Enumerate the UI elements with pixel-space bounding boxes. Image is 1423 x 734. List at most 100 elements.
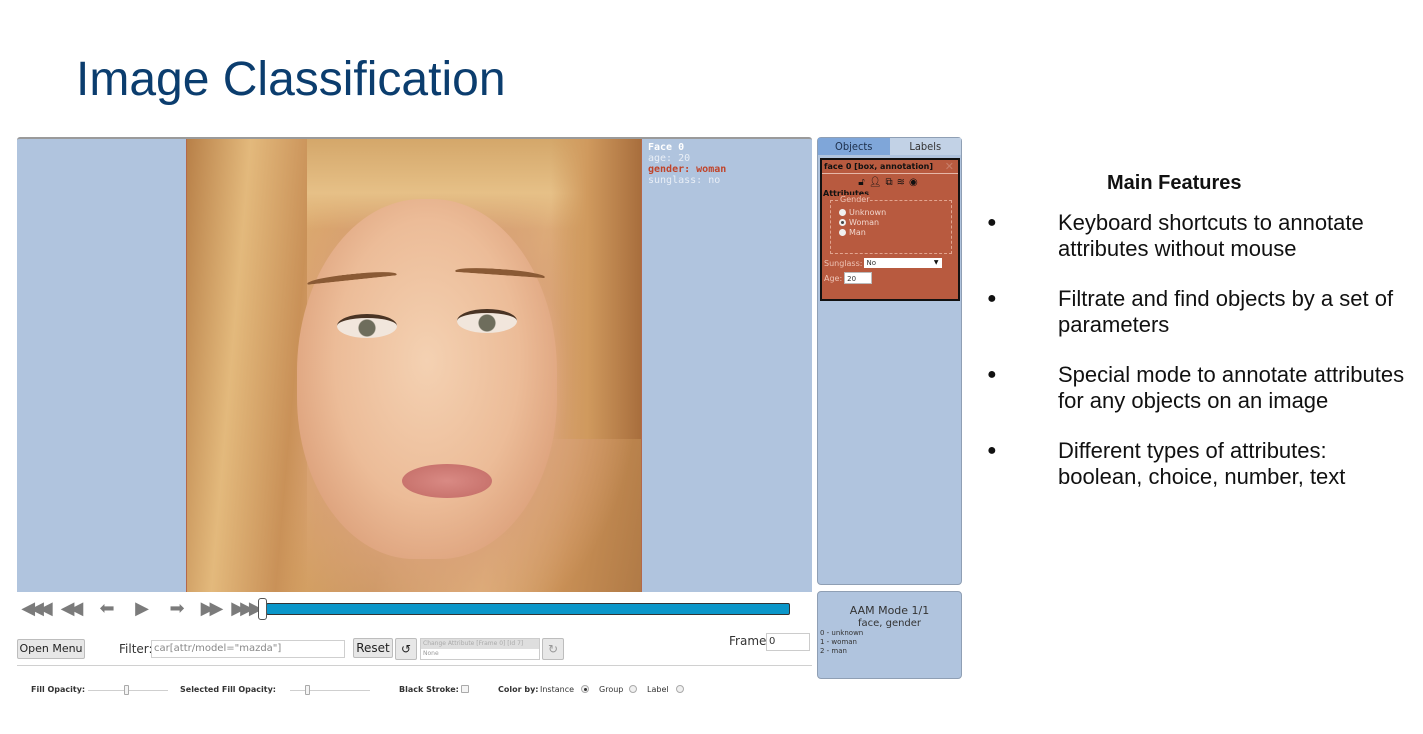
feature-item: ● Special mode to annotate attributes for… [984, 362, 1414, 414]
age-row: Age: 20 [822, 272, 958, 284]
aam-panel: AAM Mode 1/1 face, gender 0 - unknown 1 … [817, 591, 962, 679]
filter-label: Filter: [119, 642, 153, 656]
feature-text: Filtrate and find objects by a set of pa… [1058, 286, 1394, 337]
bullet-icon: ● [987, 366, 997, 383]
radio-woman[interactable] [839, 218, 846, 226]
slide-title: Image Classification [76, 53, 506, 106]
history-last-action: Change Attribute [Frame 0] [Id 7] [421, 639, 539, 649]
aam-title: AAM Mode 1/1 [849, 604, 930, 617]
sunglass-select[interactable]: No ▼ [864, 258, 943, 268]
radio-man[interactable] [839, 228, 846, 236]
feature-item: ● Keyboard shortcuts to annotate attribut… [984, 210, 1414, 262]
radio-label-unknown: Unknown [849, 207, 887, 217]
sunglass-label: Sunglass: [824, 258, 863, 268]
lock-icon[interactable]: 🔓︎ [858, 177, 868, 188]
color-by-label-label: Label [647, 685, 669, 694]
feature-text: Special mode to annotate attributes for … [1058, 362, 1405, 413]
frame-input[interactable]: 0 [766, 633, 810, 651]
photo-lips [402, 464, 492, 498]
features-title: Main Features [1107, 172, 1242, 194]
photo-eye-left [337, 314, 397, 338]
tab-labels[interactable]: Labels [889, 138, 961, 155]
aam-key-0: 0 - unknown [820, 629, 864, 637]
photo-eye-right [457, 309, 517, 333]
feature-text: Keyboard shortcuts to annotate attribute… [1058, 210, 1364, 261]
color-by-group-radio[interactable] [629, 685, 637, 693]
close-icon[interactable]: ✕ [945, 160, 954, 173]
object-label-gender: gender: woman [648, 164, 727, 175]
feature-item: ● Different types of attributes: boolean,… [984, 438, 1414, 490]
feature-text: Different types of attributes: boolean, … [1058, 438, 1346, 489]
layers-icon[interactable]: ≋ [897, 177, 909, 188]
first-frame-icon[interactable]: ◀◀◀ [17, 599, 53, 619]
object-card-header: face 0 [box, annotation] ✕ [822, 160, 958, 174]
black-stroke-checkbox[interactable] [461, 685, 469, 693]
bullet-icon: ● [987, 290, 997, 307]
target-icon[interactable]: ◉ [909, 177, 922, 188]
gender-option-woman[interactable]: Woman [831, 217, 951, 227]
color-by-group-label: Group [599, 685, 624, 694]
sunglass-row: Sunglass: No ▼ [822, 257, 958, 269]
reset-filter-button[interactable]: Reset [353, 638, 393, 658]
selected-fill-opacity-handle[interactable] [305, 685, 310, 695]
radio-label-woman: Woman [849, 217, 880, 227]
features-list: ● Keyboard shortcuts to annotate attribut… [984, 210, 1414, 514]
bullet-icon: ● [987, 214, 997, 231]
color-by-instance-radio[interactable] [581, 685, 589, 693]
frame-slider-handle[interactable] [258, 598, 267, 620]
feature-item: ● Filtrate and find objects by a set of p… [984, 286, 1414, 338]
history-next-action: None [423, 650, 439, 657]
object-card-title: face 0 [box, annotation] [824, 162, 933, 171]
gender-option-man[interactable]: Man [831, 227, 951, 237]
black-stroke-label: Black Stroke: [399, 685, 459, 694]
aam-subtitle: face, gender [857, 618, 922, 629]
prev-frame-icon[interactable]: ⬅ [87, 599, 122, 619]
aam-key-2: 2 - man [820, 647, 847, 655]
aam-key-1: 1 - woman [820, 638, 857, 646]
last-frame-icon[interactable]: ▶▶▶ [227, 599, 263, 619]
player-controls: ◀◀◀ ◀◀ ⬅ ▶ ➡ ▶▶ ▶▶▶ [17, 598, 263, 620]
photo-hair-right [551, 139, 641, 439]
open-menu-button[interactable]: Open Menu [17, 639, 85, 659]
selected-fill-opacity-label: Selected Fill Opacity: [180, 685, 276, 694]
gender-legend: Gender [839, 195, 871, 204]
undo-icon[interactable]: ↺ [395, 638, 417, 660]
copy-icon[interactable]: ⧉ [885, 177, 896, 188]
filter-input[interactable]: car[attr/model="mazda"] [151, 640, 345, 658]
frame-slider-track[interactable] [266, 603, 790, 615]
object-label-sunglass: sunglass: no [648, 175, 721, 186]
play-icon[interactable]: ▶ [122, 599, 157, 619]
color-by-label: Color by: [498, 685, 539, 694]
history-select[interactable]: Change Attribute [Frame 0] [Id 7] None [420, 638, 540, 660]
toolbar-divider [17, 665, 812, 666]
object-card-actions: 🔓︎👤︎⧉≋◉ [822, 177, 958, 188]
age-input[interactable]: 20 [844, 272, 873, 284]
gender-option-unknown[interactable]: Unknown [831, 207, 951, 217]
photo-hair-left [187, 139, 307, 592]
object-card[interactable]: face 0 [box, annotation] ✕ 🔓︎👤︎⧉≋◉ Attri… [820, 158, 960, 301]
sunglass-value: No [866, 259, 876, 267]
redo-icon[interactable]: ↻ [542, 638, 564, 660]
color-by-instance-label: Instance [540, 685, 575, 694]
object-label-title: Face 0 [648, 142, 685, 153]
prev-step-icon[interactable]: ◀◀ [52, 599, 87, 619]
age-label: Age: [824, 273, 843, 283]
next-frame-icon[interactable]: ➡ [157, 599, 192, 619]
selected-fill-opacity-slider[interactable] [290, 690, 370, 691]
next-step-icon[interactable]: ▶▶ [192, 599, 227, 619]
person-icon[interactable]: 👤︎ [869, 177, 886, 188]
radio-label-man: Man [849, 227, 866, 237]
frame-label: Frame [729, 634, 767, 648]
bullet-icon: ● [987, 442, 997, 459]
fill-opacity-handle[interactable] [124, 685, 129, 695]
radio-unknown[interactable] [839, 208, 846, 216]
objects-side-panel: Objects Labels face 0 [box, annotation] … [817, 137, 962, 585]
object-label-age: age: 20 [648, 153, 691, 164]
object-text-label: Face 0 age: 20 gender: woman sunglass: n… [648, 142, 726, 186]
face-photo-bounding-box[interactable] [186, 139, 642, 592]
dropdown-arrow-icon: ▼ [933, 259, 939, 266]
color-by-label-radio[interactable] [676, 685, 684, 693]
gender-fieldset: Gender Unknown Woman Man [830, 195, 952, 254]
tab-objects[interactable]: Objects [818, 138, 890, 155]
annotation-canvas[interactable] [17, 137, 812, 592]
